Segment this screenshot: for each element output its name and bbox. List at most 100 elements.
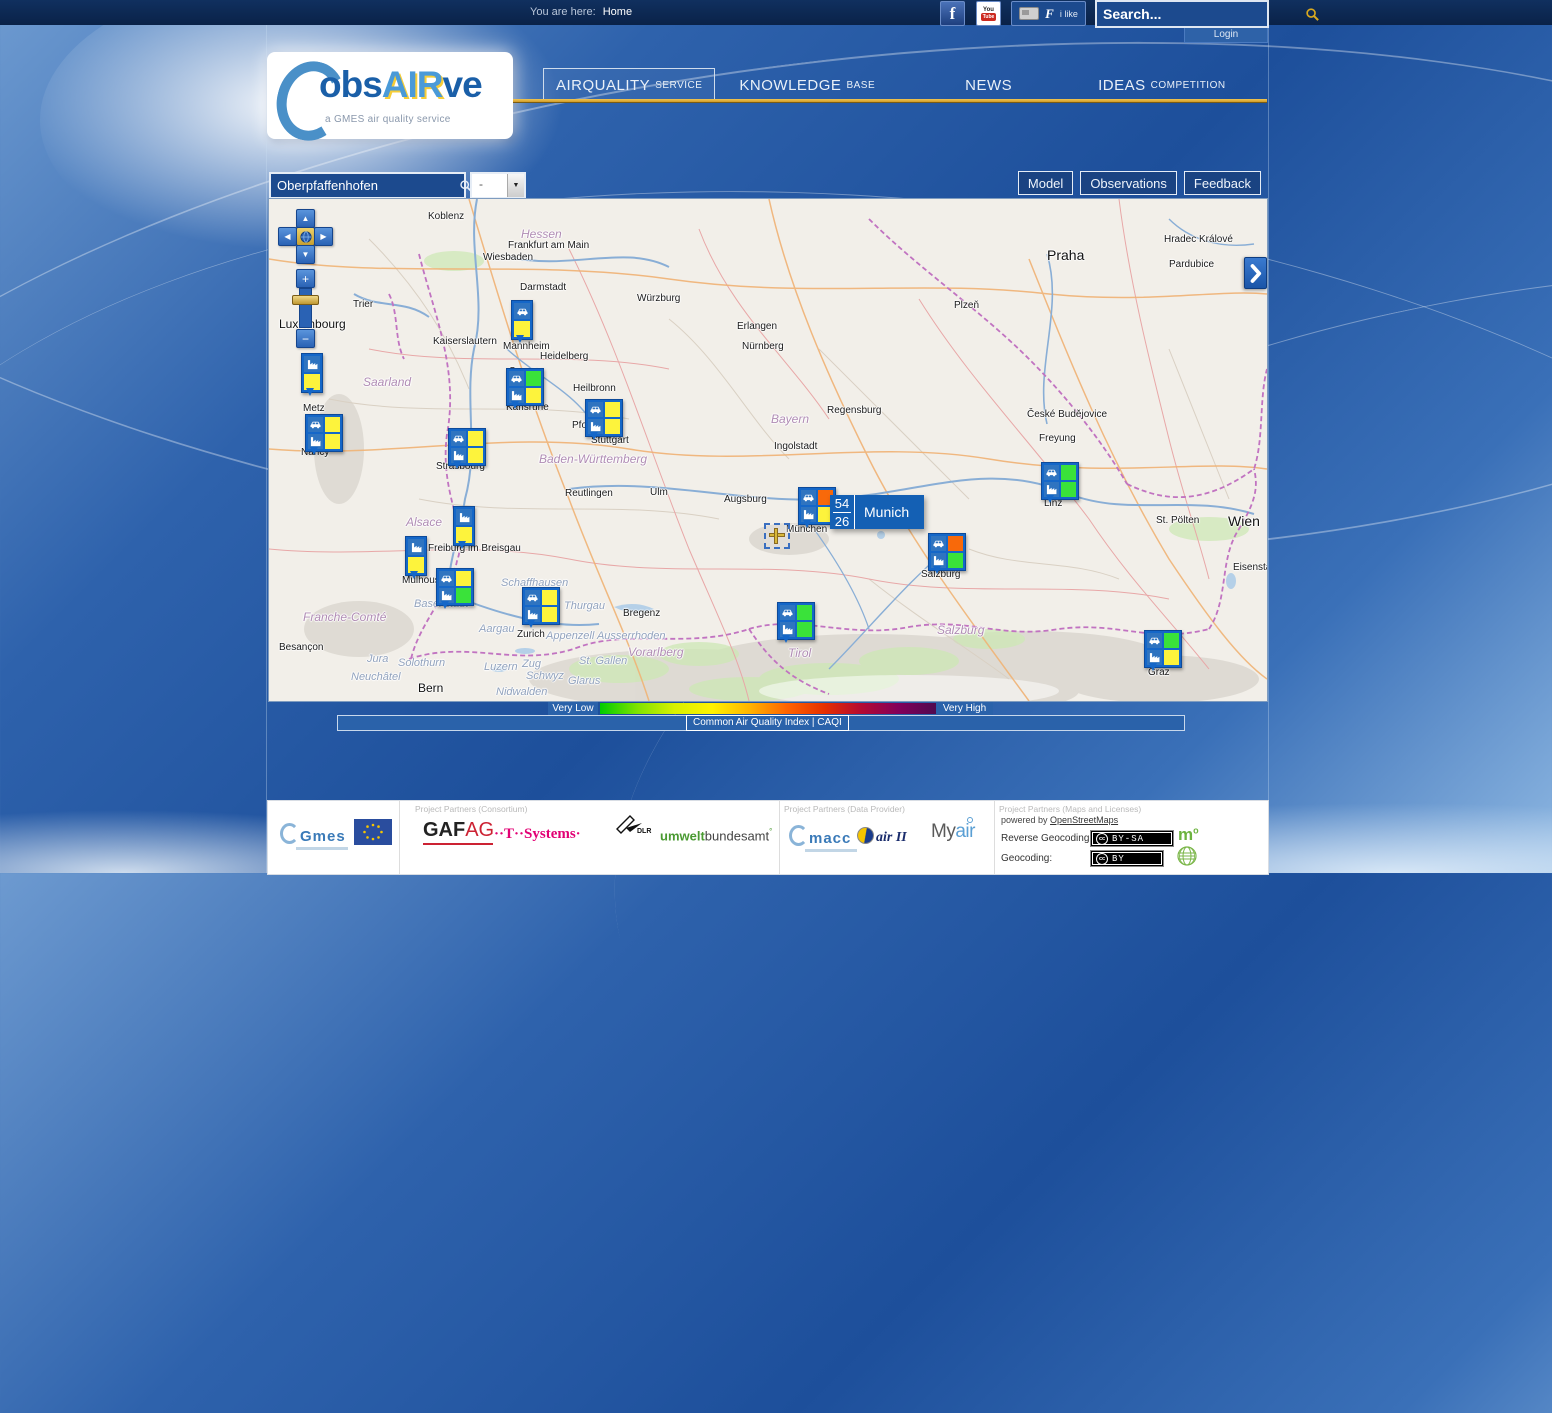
aq-value-cell xyxy=(542,590,557,605)
geonames-globe-icon[interactable] xyxy=(1176,845,1198,872)
map-label: Besançon xyxy=(279,642,323,653)
legend-high-label: Very High xyxy=(936,702,993,715)
pan-up-button[interactable]: ▲ xyxy=(296,209,315,228)
caqi-label: Common Air Quality Index | CAQI xyxy=(686,715,849,731)
aq-value-cell xyxy=(1164,633,1179,648)
aq-value-cell xyxy=(605,402,620,417)
car-icon xyxy=(525,590,540,605)
zoom-slider-track[interactable] xyxy=(299,288,312,328)
gmes-logo[interactable]: Gmes xyxy=(280,823,348,850)
tab-label: NEWS xyxy=(965,77,1012,94)
tab-ideas-competition[interactable]: IDEAS COMPETITION xyxy=(1086,69,1237,101)
obsairve-logo[interactable]: obsAIRve a GMES air quality service xyxy=(267,52,513,139)
aq-marker[interactable] xyxy=(522,587,560,625)
observations-button[interactable]: Observations xyxy=(1080,171,1177,195)
tab-knowledge-base[interactable]: KNOWLEDGEBASE xyxy=(727,69,887,101)
t-systems-logo[interactable]: ··T··Systems· xyxy=(494,826,581,843)
gaf-ag-text: AG xyxy=(465,819,494,841)
map-label: Baden-Württemberg xyxy=(539,452,647,466)
air-quality-map[interactable]: ▲ ◀ ▶ ▼ + − 54 26 Munich KoblenzHessenFr… xyxy=(268,198,1268,702)
panel-toggle-button[interactable] xyxy=(1244,257,1267,289)
aq-marker[interactable] xyxy=(301,353,323,393)
map-label: Metz xyxy=(303,403,325,414)
pan-left-button[interactable]: ◀ xyxy=(278,227,297,246)
openstreetmaps-link[interactable]: OpenStreetMaps xyxy=(1050,815,1118,825)
macc-logo[interactable]: macc xyxy=(789,825,857,852)
aq-value-cell xyxy=(456,588,471,603)
aq-value-cell xyxy=(325,417,340,432)
map-label: Vorarlberg xyxy=(628,645,684,659)
map-label: Wien xyxy=(1228,513,1260,529)
aq-marker[interactable] xyxy=(511,300,533,340)
aq-marker[interactable] xyxy=(436,568,474,606)
cc-icon-text: cc xyxy=(1099,836,1105,842)
zoom-out-button[interactable]: − xyxy=(296,329,315,348)
marker-pointer xyxy=(933,566,941,578)
marker-pointer xyxy=(527,620,535,632)
map-label: Luzern xyxy=(484,661,518,673)
aq-value-cell xyxy=(1164,650,1179,665)
tab-sublabel: COMPETITION xyxy=(1151,80,1226,91)
gaf-ag-logo[interactable]: GAFAG xyxy=(423,819,494,845)
aq-marker[interactable] xyxy=(1144,630,1182,668)
geocoding-label: Geocoding: xyxy=(1001,853,1052,864)
layer-select[interactable]: - ▼ xyxy=(470,172,526,199)
aq-marker[interactable] xyxy=(405,536,427,576)
aq-marker[interactable] xyxy=(506,368,544,406)
aq-marker[interactable] xyxy=(585,399,623,437)
globe-reset-button[interactable] xyxy=(296,227,315,246)
map-label: Heidelberg xyxy=(540,351,588,362)
aq-marker[interactable] xyxy=(1041,462,1079,500)
tab-label: IDEAS xyxy=(1098,77,1146,94)
zoom-in-button[interactable]: + xyxy=(296,269,315,288)
macc-text: macc xyxy=(809,830,851,847)
site-search-input[interactable] xyxy=(1097,6,1305,22)
myair-logo[interactable]: Myair xyxy=(931,821,975,843)
aq-marker[interactable] xyxy=(453,506,475,546)
search-icon[interactable] xyxy=(1305,3,1320,25)
cc-icon: cc xyxy=(1096,853,1108,865)
aq-marker[interactable] xyxy=(448,428,486,466)
dlr-logo[interactable]: DLR xyxy=(615,813,645,842)
location-search-input[interactable] xyxy=(271,178,459,193)
aq-marker[interactable] xyxy=(305,414,343,452)
car-icon xyxy=(931,536,946,551)
tab-airquality-service[interactable]: AIRQUALITYSERVICE xyxy=(543,68,715,102)
aq-marker[interactable] xyxy=(928,533,966,571)
aq-value-cell xyxy=(456,571,471,586)
youtube-icon[interactable]: You Tube xyxy=(976,1,1001,26)
map-label: Pardubice xyxy=(1169,259,1214,270)
marker-pointer xyxy=(410,571,418,583)
login-button[interactable]: Login xyxy=(1184,28,1268,43)
powered-by-text: powered by xyxy=(1001,815,1048,825)
cc-by-sa-badge[interactable]: cc BY-SA xyxy=(1090,830,1174,847)
youtube-tube-text: Tube xyxy=(981,13,997,21)
gmes-subline xyxy=(296,847,348,850)
pan-right-button[interactable]: ▶ xyxy=(314,227,333,246)
mapquest-logo[interactable]: mo xyxy=(1178,825,1199,845)
cc-by-badge[interactable]: cc BY xyxy=(1090,850,1164,867)
tab-news[interactable]: NEWS xyxy=(953,69,1024,101)
facebook-icon[interactable]: f xyxy=(940,1,965,26)
map-label: Praha xyxy=(1047,247,1084,263)
aq-value-cell xyxy=(526,388,541,403)
selected-location-crosshair-icon xyxy=(764,523,790,549)
feedback-button[interactable]: Feedback xyxy=(1184,171,1261,195)
f-logo-icon: F xyxy=(1045,6,1054,22)
legend-gradient xyxy=(600,703,936,714)
widget-icon xyxy=(1019,7,1039,20)
like-widget[interactable]: F i like xyxy=(1011,1,1086,26)
model-button[interactable]: Model xyxy=(1018,171,1073,195)
umweltbundesamt-logo[interactable]: umweltbundesamt° xyxy=(660,827,772,845)
map-label: Regensburg xyxy=(827,405,881,416)
zoom-slider-handle[interactable] xyxy=(292,295,319,305)
cc-by-text: BY xyxy=(1112,854,1125,864)
aq-value-cell xyxy=(948,536,963,551)
eu-flag-icon[interactable] xyxy=(354,819,392,850)
aq-marker[interactable] xyxy=(777,602,815,640)
map-label: Wiesbaden xyxy=(483,252,533,263)
breadcrumb-home-link[interactable]: Home xyxy=(603,6,632,18)
citeair-logo[interactable]: air II xyxy=(857,827,907,846)
pan-down-button[interactable]: ▼ xyxy=(296,245,315,264)
car-icon xyxy=(451,431,466,446)
